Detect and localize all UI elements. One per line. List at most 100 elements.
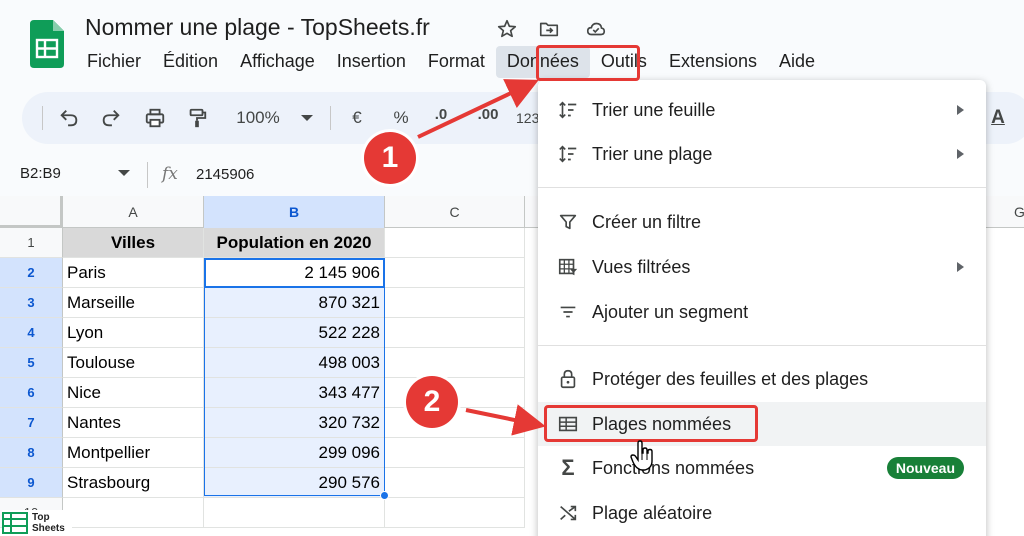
menu-option-fonctions-nommees[interactable]: Σ Fonctions nommées Nouveau	[538, 446, 986, 490]
menu-option-plage-aleatoire[interactable]: Plage aléatoire	[538, 491, 986, 535]
decrease-decimal-button[interactable]: .0	[426, 102, 456, 126]
menu-extensions[interactable]: Extensions	[658, 46, 768, 78]
menu-donnees[interactable]: Données	[495, 46, 590, 78]
percent-format-button[interactable]: %	[388, 106, 414, 130]
menu-aide[interactable]: Aide	[768, 46, 826, 78]
document-title[interactable]: Nommer une plage - TopSheets.fr	[85, 14, 430, 41]
menu-option-segment[interactable]: Ajouter un segment	[538, 290, 986, 334]
menu-option-creer-filtre[interactable]: Créer un filtre	[538, 200, 986, 244]
menu-outils[interactable]: Outils	[590, 46, 658, 78]
row-header[interactable]: 9	[0, 468, 63, 498]
table-cell[interactable]: 2 145 906	[204, 258, 385, 288]
sigma-icon: Σ	[561, 455, 575, 480]
currency-format-button[interactable]: €	[344, 106, 370, 130]
table-cell[interactable]: Montpellier	[63, 438, 204, 468]
menu-option-label: Plage aléatoire	[592, 502, 713, 523]
menu-option-plages-nommees[interactable]: Plages nommées	[538, 402, 986, 446]
sheets-logo-icon[interactable]	[30, 20, 64, 68]
table-cell[interactable]: 870 321	[204, 288, 385, 318]
function-icon: fx	[162, 164, 178, 184]
menu-fichier[interactable]: Fichier	[76, 46, 152, 78]
name-box[interactable]: B2:B9	[20, 165, 61, 182]
table-cell[interactable]	[385, 288, 525, 318]
row-header[interactable]: 8	[0, 438, 63, 468]
chevron-down-icon	[301, 115, 313, 121]
table-cell[interactable]: 498 003	[204, 348, 385, 378]
number-format-button[interactable]: 123	[516, 106, 540, 130]
table-cell[interactable]: 522 228	[204, 318, 385, 348]
row-header[interactable]: 6	[0, 378, 63, 408]
cell-a1[interactable]: Villes	[63, 228, 204, 258]
row-header[interactable]: 7	[0, 408, 63, 438]
watermark-text: Top Sheets	[32, 512, 65, 534]
zoom-value[interactable]: 100%	[230, 106, 286, 130]
menu-insertion[interactable]: Insertion	[326, 46, 417, 78]
row-header[interactable]: 2	[0, 258, 63, 288]
menu-option-label: Créer un filtre	[592, 211, 702, 232]
table-cell[interactable]: Strasbourg	[63, 468, 204, 498]
table-cell[interactable]: Marseille	[63, 288, 204, 318]
cell-b1[interactable]: Population en 2020	[204, 228, 385, 258]
submenu-arrow-icon	[957, 105, 964, 115]
toolbar-separator	[330, 106, 331, 130]
table-cell[interactable]	[385, 498, 525, 528]
chevron-down-icon[interactable]	[118, 170, 130, 176]
sort-icon	[556, 142, 580, 166]
watermark-line: Top	[32, 512, 50, 523]
menu-option-trier-feuille[interactable]: Trier une feuille	[538, 88, 986, 132]
text-color-button[interactable]: A	[986, 106, 1010, 130]
undo-icon	[60, 110, 78, 127]
donnees-menu: Trier une feuille Trier une plage Créer …	[538, 80, 986, 536]
menu-option-proteger[interactable]: Protéger des feuilles et des plages	[538, 357, 986, 401]
table-cell[interactable]: Nice	[63, 378, 204, 408]
menu-option-label: Trier une plage	[592, 143, 713, 164]
table-cell[interactable]: 343 477	[204, 378, 385, 408]
row-header[interactable]: 3	[0, 288, 63, 318]
menu-format[interactable]: Format	[417, 46, 496, 78]
watermark-line: Sheets	[32, 523, 65, 534]
table-cell[interactable]: Lyon	[63, 318, 204, 348]
print-button[interactable]	[142, 106, 168, 130]
select-all-corner[interactable]	[0, 196, 63, 228]
column-header-g[interactable]: G	[986, 196, 1024, 228]
toolbar-separator	[42, 106, 43, 130]
cell-c1[interactable]	[385, 228, 525, 258]
formula-input[interactable]: 2145906	[196, 166, 254, 183]
paint-format-button[interactable]	[184, 106, 210, 130]
row-header[interactable]: 1	[0, 228, 63, 258]
table-cell[interactable]: Paris	[63, 258, 204, 288]
menu-edition[interactable]: Édition	[152, 46, 229, 78]
slicer-icon	[556, 300, 580, 324]
move-to-folder-icon[interactable]	[538, 18, 560, 40]
undo-button[interactable]	[56, 106, 82, 130]
star-icon[interactable]	[496, 18, 518, 40]
hand-cursor-icon	[630, 440, 653, 471]
menu-option-label: Trier une feuille	[592, 99, 716, 120]
fill-handle[interactable]	[380, 491, 389, 500]
row-header[interactable]: 5	[0, 348, 63, 378]
table-cell[interactable]	[385, 318, 525, 348]
cloud-saved-icon[interactable]	[585, 18, 607, 40]
column-header-a[interactable]: A	[63, 196, 204, 228]
table-cell[interactable]: 299 096	[204, 438, 385, 468]
increase-decimal-button[interactable]: .00	[470, 102, 506, 126]
menu-affichage[interactable]: Affichage	[229, 46, 326, 78]
table-cell[interactable]	[204, 498, 385, 528]
table-cell[interactable]	[385, 348, 525, 378]
menu-option-trier-plage[interactable]: Trier une plage	[538, 132, 986, 176]
table-cell[interactable]	[63, 498, 204, 528]
zoom-dropdown-button[interactable]	[300, 106, 314, 130]
column-header-c[interactable]: C	[385, 196, 525, 228]
table-cell[interactable]	[385, 468, 525, 498]
table-cell[interactable]	[385, 258, 525, 288]
menu-option-vues-filtrees[interactable]: Vues filtrées	[538, 245, 986, 289]
table-cell[interactable]	[385, 438, 525, 468]
table-cell[interactable]: 290 576	[204, 468, 385, 498]
sheets-window: Nommer une plage - TopSheets.fr Fichier …	[0, 0, 1024, 536]
table-cell[interactable]: Nantes	[63, 408, 204, 438]
table-cell[interactable]: 320 732	[204, 408, 385, 438]
table-cell[interactable]: Toulouse	[63, 348, 204, 378]
row-header[interactable]: 4	[0, 318, 63, 348]
redo-button[interactable]	[98, 106, 124, 130]
column-header-b[interactable]: B	[204, 196, 385, 228]
